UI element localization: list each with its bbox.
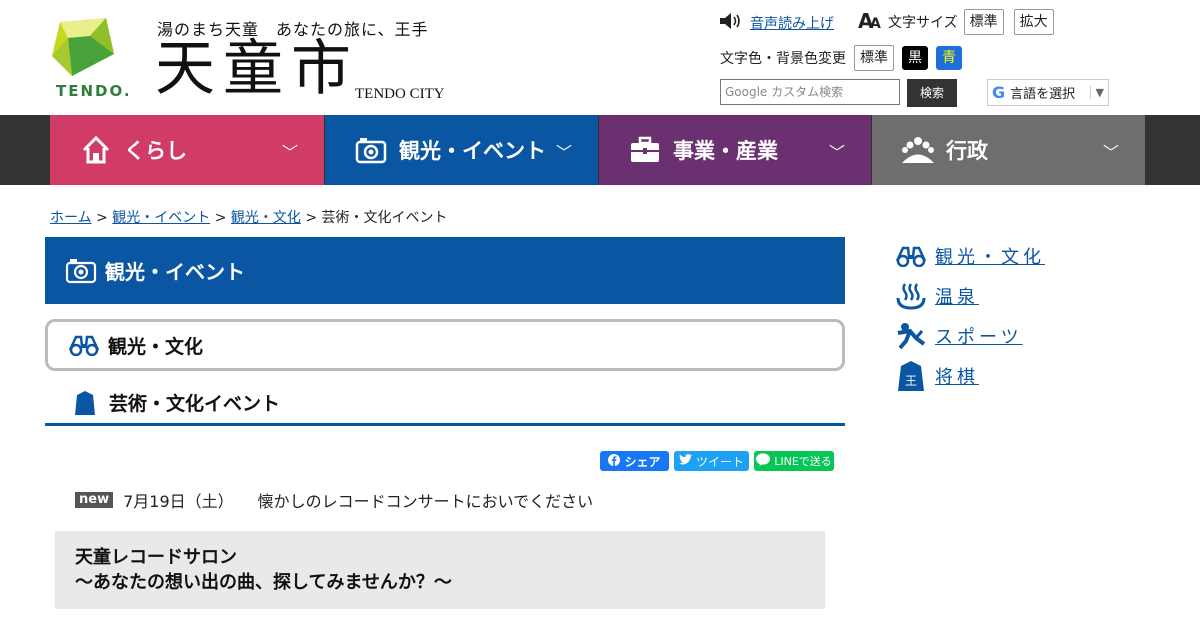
svg-text:王: 王 <box>905 374 917 388</box>
side-item-kanko-bunka: 観光・文化 <box>895 236 1045 276</box>
speech-reader[interactable]: 音声読み上げ <box>720 13 834 33</box>
side-link-sports[interactable]: スポーツ <box>935 323 1023 349</box>
section-heading: 観光・イベント <box>45 237 845 304</box>
facebook-share-button[interactable]: シェア <box>600 451 669 471</box>
hot-spring-icon <box>895 280 927 312</box>
color-label: 文字色・背景色変更 <box>720 51 846 67</box>
color-black-button[interactable]: 黒 <box>902 46 928 70</box>
camera-icon <box>353 132 389 168</box>
breadcrumb-kanko-bunka[interactable]: 観光・文化 <box>231 210 301 226</box>
nav-label: くらし <box>124 139 187 163</box>
news-date: 7月19日（土） <box>123 492 234 511</box>
chevron-down-icon: ﹀ <box>1102 143 1119 162</box>
breadcrumb-current: 芸術・文化イベント <box>321 210 448 226</box>
logo-text: TENDO. <box>56 82 132 100</box>
nav-label: 事業・産業 <box>673 139 778 163</box>
font-size-control: AA 文字サイズ 標準 拡大 <box>858 9 1054 35</box>
new-badge: new <box>75 492 114 508</box>
speech-reader-link[interactable]: 音声読み上げ <box>750 13 834 33</box>
twitter-icon <box>678 454 692 468</box>
language-label: 言語を選択 <box>1010 87 1076 102</box>
camera-icon <box>65 254 99 288</box>
shogi-piece-icon <box>75 390 99 415</box>
twitter-share-button[interactable]: ツイート <box>674 451 749 471</box>
side-item-onsen: 温泉 <box>895 276 1045 316</box>
tendo-logo-icon[interactable] <box>50 16 120 80</box>
breadcrumb: ホーム > 観光・イベント > 観光・文化 > 芸術・文化イベント <box>50 207 448 227</box>
news-text: 懐かしのレコードコンサートにおいでください <box>257 492 594 511</box>
nav-item-gyosei[interactable]: 行政 ﹀ <box>872 115 1145 185</box>
event-callout: 天童レコードサロン 〜あなたの想い出の曲、探してみませんか？〜 <box>55 531 825 609</box>
line-share-label: LINEで送る <box>774 455 832 468</box>
sub-category-title: 観光・文化 <box>108 335 204 358</box>
side-link-kanko-bunka[interactable]: 観光・文化 <box>935 243 1045 269</box>
binoculars-icon <box>68 334 102 356</box>
search-input[interactable]: Google カスタム検索 <box>720 79 900 105</box>
city-name-en: TENDO CITY <box>355 86 445 102</box>
chevron-down-icon: ﹀ <box>828 143 845 162</box>
binoculars-icon <box>895 240 927 272</box>
side-item-shogi: 王 将棋 <box>895 356 1045 396</box>
font-size-standard-button[interactable]: 標準 <box>963 9 1004 35</box>
nav-item-kanko[interactable]: 観光・イベント ﹀ <box>325 115 598 185</box>
color-standard-button[interactable]: 標準 <box>854 45 894 71</box>
dropdown-arrow-icon: ▼ <box>1089 86 1104 99</box>
page-title-text: 芸術・文化イベント <box>109 393 281 415</box>
nav-item-kurashi[interactable]: くらし ﹀ <box>50 115 324 185</box>
search-button[interactable]: 検索 <box>907 79 957 107</box>
sports-icon <box>895 320 927 352</box>
briefcase-icon <box>627 132 663 168</box>
nav-label: 行政 <box>946 139 988 163</box>
color-blue-button[interactable]: 青 <box>936 46 962 70</box>
shogi-piece-icon: 王 <box>895 360 927 392</box>
side-nav: 観光・文化 温泉 スポーツ 王 将棋 <box>895 236 1045 396</box>
section-heading-title: 観光・イベント <box>105 260 245 284</box>
font-size-icon: AA <box>858 9 883 35</box>
page-title: 芸術・文化イベント <box>45 382 845 426</box>
breadcrumb-separator: > <box>305 210 318 226</box>
breadcrumb-separator: > <box>214 210 227 226</box>
side-item-sports: スポーツ <box>895 316 1045 356</box>
side-link-onsen[interactable]: 温泉 <box>935 283 979 309</box>
line-icon <box>756 453 771 469</box>
breadcrumb-separator: > <box>96 210 108 226</box>
language-select[interactable]: G 言語を選択 ▼ <box>987 79 1109 106</box>
color-control: 文字色・背景色変更 標準 黒 青 <box>720 45 962 71</box>
svg-text:A: A <box>870 16 881 30</box>
line-share-button[interactable]: LINEで送る <box>754 451 834 471</box>
nav-label: 観光・イベント <box>399 139 546 163</box>
sub-category-heading: 観光・文化 <box>45 319 845 371</box>
speaker-icon <box>720 13 744 33</box>
house-icon <box>78 132 114 168</box>
facebook-share-label: シェア <box>624 454 661 469</box>
font-size-large-button[interactable]: 拡大 <box>1013 9 1054 35</box>
callout-line-2: 〜あなたの想い出の曲、探してみませんか？〜 <box>75 572 452 593</box>
global-nav: くらし ﹀ 観光・イベント ﹀ 事業・産業 ﹀ 行政 ﹀ <box>0 115 1200 185</box>
google-icon: G <box>992 83 1006 102</box>
news-item: new 7月19日（土） 懐かしのレコードコンサートにおいでください <box>75 488 593 512</box>
people-icon <box>900 132 936 168</box>
twitter-share-label: ツイート <box>695 454 744 469</box>
breadcrumb-home[interactable]: ホーム <box>50 210 92 226</box>
side-link-shogi[interactable]: 将棋 <box>935 363 979 389</box>
font-size-label: 文字サイズ <box>888 15 958 31</box>
facebook-icon <box>608 453 621 469</box>
breadcrumb-kanko-event[interactable]: 観光・イベント <box>112 210 210 226</box>
callout-line-1: 天童レコードサロン <box>75 547 237 568</box>
chevron-down-icon: ﹀ <box>555 143 572 162</box>
chevron-down-icon: ﹀ <box>281 143 298 162</box>
nav-item-jigyo[interactable]: 事業・産業 ﹀ <box>599 115 871 185</box>
city-name[interactable]: 天童市 <box>155 34 359 104</box>
